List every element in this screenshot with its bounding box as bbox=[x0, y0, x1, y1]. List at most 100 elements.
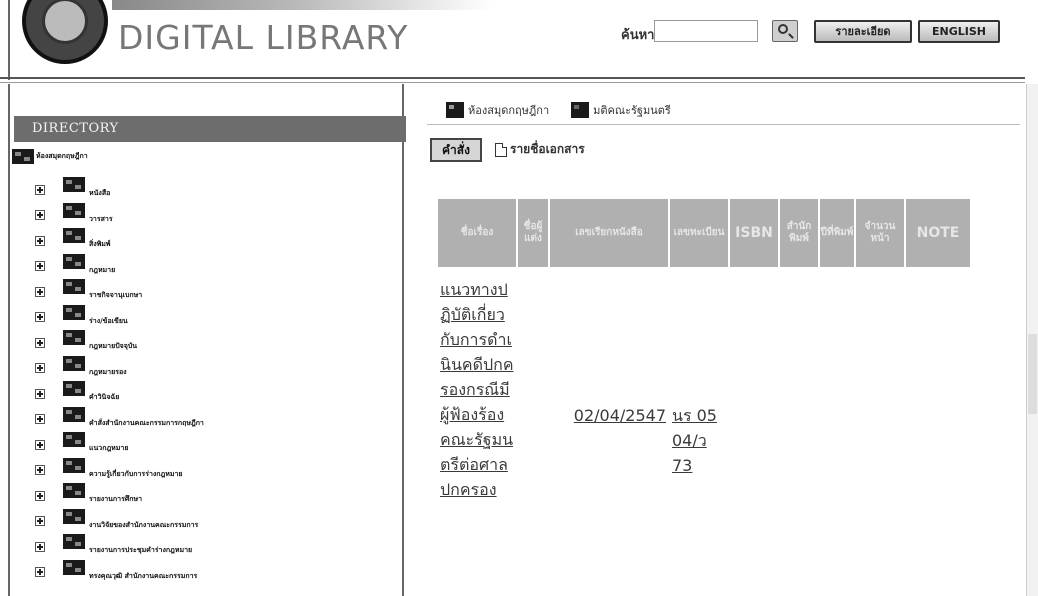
book-number-link[interactable]: นร 0504/ว 73 bbox=[672, 403, 720, 478]
tree-item[interactable]: รายงานการประชุมคำร่างกฎหมาย bbox=[10, 534, 400, 560]
library-seal-logo bbox=[22, 0, 108, 64]
search-input[interactable] bbox=[654, 20, 758, 42]
breadcrumb-item-library[interactable]: ห้องสมุดกฤษฎีกา bbox=[468, 101, 549, 119]
tree-item-label: สิ่งพิมพ์ bbox=[89, 240, 111, 248]
tree-item[interactable]: ความรู้เกี่ยวกับการร่างกฎหมาย bbox=[10, 457, 400, 484]
tree-item[interactable]: คำสั่งสำนักงานคณะกรรมการกฤษฎีกา bbox=[10, 406, 400, 433]
document-title-link[interactable]: แนวทางปฏิบัติเกี่ยวกับการดำเนินคดีปกครอง… bbox=[440, 277, 514, 502]
command-button[interactable]: คำสั่ง bbox=[430, 138, 482, 162]
folder-tree-icon bbox=[63, 457, 85, 473]
tree-item-label: แนวกฎหมาย bbox=[89, 444, 129, 452]
expand-plus-icon[interactable] bbox=[35, 414, 45, 425]
search-label: ค้นหา bbox=[621, 28, 655, 43]
results-table: ชื่อเรื่อง ชื่อผู้แต่ง เลขเรียกหนังสือ เ… bbox=[436, 197, 972, 504]
expand-plus-icon[interactable] bbox=[35, 567, 45, 578]
tree-item-label: ราชกิจจานุเบกษา bbox=[89, 291, 143, 299]
tree-item[interactable]: กฎหมายปัจจุบัน bbox=[10, 330, 400, 356]
search-button[interactable] bbox=[772, 20, 798, 42]
scrollbar-thumb[interactable] bbox=[1028, 334, 1037, 414]
folder-tree-icon bbox=[63, 483, 85, 498]
breadcrumb: ห้องสมุดกฤษฎีกา มติคณะรัฐมนตรี bbox=[446, 100, 671, 120]
tree-item[interactable]: รายงานการศึกษา bbox=[10, 483, 400, 509]
folder-tree-icon bbox=[63, 508, 85, 524]
results-header-row: ชื่อเรื่อง ชื่อผู้แต่ง เลขเรียกหนังสือ เ… bbox=[438, 199, 970, 267]
expand-plus-icon[interactable] bbox=[35, 465, 45, 476]
expand-plus-icon[interactable] bbox=[35, 184, 45, 195]
tree-item[interactable]: ทรงคุณวุฒิ สำนักงานคณะกรรมการ bbox=[10, 559, 400, 586]
expand-plus-icon[interactable] bbox=[35, 541, 45, 552]
document-list-label: รายชื่อเอกสาร bbox=[510, 142, 585, 156]
directory-root[interactable]: ห้องสมุดกฤษฎีกา bbox=[12, 146, 88, 166]
expand-plus-icon[interactable] bbox=[35, 261, 45, 272]
folder-icon bbox=[571, 102, 590, 118]
column-header-registration[interactable]: เลขทะเบียน bbox=[670, 199, 728, 267]
document-icon bbox=[495, 142, 507, 157]
document-list-link[interactable]: รายชื่อเอกสาร bbox=[495, 140, 585, 159]
column-header-pages[interactable]: จำนวนหน้า bbox=[856, 199, 904, 267]
folder-tree-icon bbox=[63, 534, 85, 549]
tree-item-label: กฎหมาย bbox=[89, 265, 116, 274]
expand-plus-icon[interactable] bbox=[35, 312, 45, 323]
column-header-publisher[interactable]: สำนักพิมพ์ bbox=[780, 199, 818, 267]
document-date-link[interactable]: 02/04/2547 bbox=[574, 406, 666, 425]
cell-title: แนวทางปฏิบัติเกี่ยวกับการดำเนินคดีปกครอง… bbox=[438, 269, 516, 502]
cell-isbn bbox=[730, 269, 778, 502]
column-header-note[interactable]: NOTE bbox=[906, 199, 970, 267]
tree-item[interactable]: กฎหมายรอง bbox=[10, 355, 400, 382]
folder-tree-icon bbox=[63, 406, 85, 422]
tree-item[interactable]: งานวิจัยของสำนักงานคณะกรรมการ bbox=[10, 508, 400, 535]
cell-pages bbox=[856, 269, 904, 502]
expand-plus-icon[interactable] bbox=[35, 210, 45, 221]
cell-publisher bbox=[780, 269, 818, 502]
header-divider-thin bbox=[0, 82, 1025, 83]
site-title: DIGITAL LIBRARY bbox=[118, 18, 409, 57]
advanced-search-button[interactable]: รายละเอียด bbox=[814, 20, 912, 43]
content-divider bbox=[427, 124, 1020, 125]
directory-root-label: ห้องสมุดกฤษฎีกา bbox=[36, 151, 88, 160]
column-header-call-number[interactable]: เลขเรียกหนังสือ bbox=[550, 199, 668, 267]
tree-item[interactable]: กฎหมาย bbox=[10, 253, 400, 280]
vertical-scrollbar[interactable] bbox=[1026, 84, 1038, 596]
folder-tree-icon bbox=[63, 177, 85, 192]
tree-item[interactable]: คำวินิจฉัย bbox=[10, 381, 400, 407]
expand-plus-icon[interactable] bbox=[35, 490, 45, 501]
english-language-button[interactable]: ENGLISH bbox=[918, 20, 1000, 43]
expand-plus-icon[interactable] bbox=[35, 337, 45, 348]
cell-book-number: นร 0504/ว 73 bbox=[670, 269, 728, 502]
header-divider bbox=[0, 77, 1025, 79]
folder-tree-icon bbox=[63, 559, 85, 575]
tree-item-label: หนังสือ bbox=[89, 189, 111, 197]
column-header-title[interactable]: ชื่อเรื่อง bbox=[438, 199, 516, 267]
tree-item[interactable]: หนังสือ bbox=[10, 177, 400, 203]
tree-item[interactable]: แนวกฎหมาย bbox=[10, 432, 400, 458]
folder-tree-icon bbox=[63, 228, 85, 243]
folder-tree-icon bbox=[63, 253, 85, 269]
cell-note bbox=[906, 269, 970, 502]
tree-item-label: รายงานการศึกษา bbox=[89, 495, 143, 503]
tree-item[interactable]: วารสาร bbox=[10, 202, 400, 229]
expand-plus-icon[interactable] bbox=[35, 439, 45, 450]
cell-year bbox=[820, 269, 854, 502]
tree-item[interactable]: สิ่งพิมพ์ bbox=[10, 228, 400, 254]
tree-item-label: ร่าง/ข้อเขียน bbox=[89, 316, 128, 325]
tree-item-label: คำสั่งสำนักงานคณะกรรมการกฤษฎีกา bbox=[89, 418, 204, 427]
folder-tree-icon bbox=[63, 304, 85, 320]
tree-item-label: กฎหมายรอง bbox=[89, 367, 127, 376]
tree-item-label: วารสาร bbox=[89, 214, 113, 223]
expand-plus-icon[interactable] bbox=[35, 363, 45, 374]
directory-tree: หนังสือ วารสาร สิ่งพิมพ์ กฎหมาย ราชกิจจา… bbox=[10, 177, 400, 585]
breadcrumb-item-cabinet[interactable]: มติคณะรัฐมนตรี bbox=[593, 101, 671, 119]
expand-plus-icon[interactable] bbox=[35, 388, 45, 399]
cell-date: 02/04/2547 bbox=[518, 269, 668, 502]
directory-panel: DIRECTORY ห้องสมุดกฤษฎีกา หนังสือ วารสาร… bbox=[8, 84, 406, 596]
tree-item[interactable]: ร่าง/ข้อเขียน bbox=[10, 304, 400, 331]
tree-item[interactable]: ราชกิจจานุเบกษา bbox=[10, 279, 400, 305]
column-header-year[interactable]: ปีที่พิมพ์ bbox=[820, 199, 854, 267]
expand-plus-icon[interactable] bbox=[35, 516, 45, 527]
expand-plus-icon[interactable] bbox=[35, 286, 45, 297]
column-header-author[interactable]: ชื่อผู้แต่ง bbox=[518, 199, 548, 267]
column-header-isbn[interactable]: ISBN bbox=[730, 199, 778, 267]
folder-tree-icon bbox=[63, 330, 85, 345]
expand-plus-icon[interactable] bbox=[35, 235, 45, 246]
header-banner-strip bbox=[112, 0, 492, 10]
